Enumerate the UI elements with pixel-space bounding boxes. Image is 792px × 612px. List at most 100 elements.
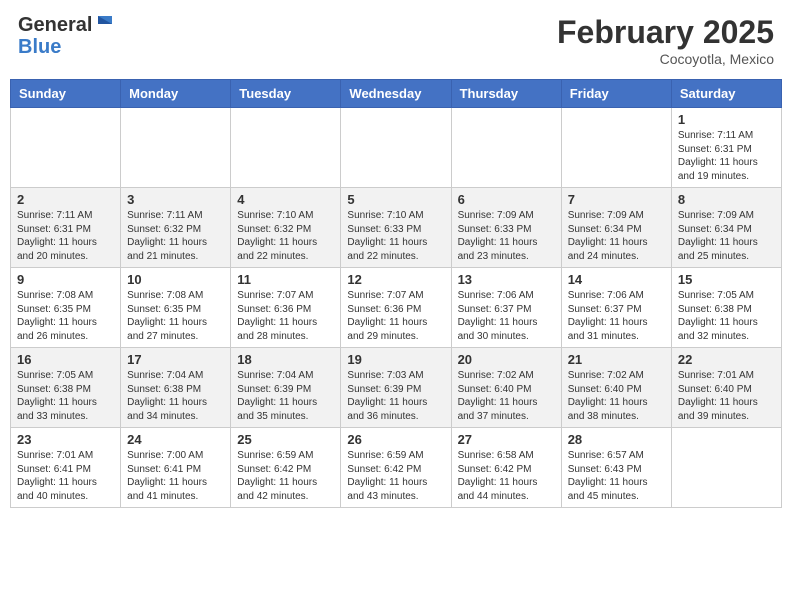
logo-flag-icon [94, 14, 116, 36]
day-number: 12 [347, 272, 444, 287]
calendar-cell: 18 Sunrise: 7:04 AM Sunset: 6:39 PM Dayli… [231, 348, 341, 428]
calendar-cell: 5 Sunrise: 7:10 AM Sunset: 6:33 PM Daylig… [341, 188, 451, 268]
day-info: Sunrise: 7:09 AM Sunset: 6:34 PM Dayligh… [678, 209, 775, 263]
day-info: Sunrise: 7:04 AM Sunset: 6:38 PM Dayligh… [127, 369, 224, 423]
calendar-cell: 8 Sunrise: 7:09 AM Sunset: 6:34 PM Daylig… [671, 188, 781, 268]
calendar-cell: 6 Sunrise: 7:09 AM Sunset: 6:33 PM Daylig… [451, 188, 561, 268]
calendar-cell: 25 Sunrise: 6:59 AM Sunset: 6:42 PM Dayli… [231, 428, 341, 508]
day-number: 19 [347, 352, 444, 367]
day-of-week-header: Saturday [671, 80, 781, 108]
day-number: 18 [237, 352, 334, 367]
calendar-cell: 11 Sunrise: 7:07 AM Sunset: 6:36 PM Dayli… [231, 268, 341, 348]
day-of-week-header: Friday [561, 80, 671, 108]
day-number: 1 [678, 112, 775, 127]
calendar-cell: 21Sunrise: 7:02 AM Sunset: 6:40 PM Dayli… [561, 348, 671, 428]
day-number: 27 [458, 432, 555, 447]
calendar-week-row: 23Sunrise: 7:01 AM Sunset: 6:41 PM Dayli… [11, 428, 782, 508]
calendar-cell: 28Sunrise: 6:57 AM Sunset: 6:43 PM Dayli… [561, 428, 671, 508]
day-of-week-header: Tuesday [231, 80, 341, 108]
calendar-cell: 27 Sunrise: 6:58 AM Sunset: 6:42 PM Dayli… [451, 428, 561, 508]
day-number: 3 [127, 192, 224, 207]
calendar-cell [671, 428, 781, 508]
calendar-cell [11, 108, 121, 188]
calendar-header-row: SundayMondayTuesdayWednesdayThursdayFrid… [11, 80, 782, 108]
calendar-cell: 22 Sunrise: 7:01 AM Sunset: 6:40 PM Dayli… [671, 348, 781, 428]
day-info: Sunrise: 7:07 AM Sunset: 6:36 PM Dayligh… [347, 289, 444, 343]
calendar-cell: 7Sunrise: 7:09 AM Sunset: 6:34 PM Daylig… [561, 188, 671, 268]
day-info: Sunrise: 7:04 AM Sunset: 6:39 PM Dayligh… [237, 369, 334, 423]
day-info: Sunrise: 7:08 AM Sunset: 6:35 PM Dayligh… [17, 289, 114, 343]
calendar-cell: 17 Sunrise: 7:04 AM Sunset: 6:38 PM Dayli… [121, 348, 231, 428]
day-of-week-header: Sunday [11, 80, 121, 108]
logo-general: General [18, 14, 116, 36]
day-number: 16 [17, 352, 114, 367]
day-info: Sunrise: 7:11 AM Sunset: 6:32 PM Dayligh… [127, 209, 224, 263]
day-number: 8 [678, 192, 775, 207]
day-number: 17 [127, 352, 224, 367]
day-info: Sunrise: 7:09 AM Sunset: 6:34 PM Dayligh… [568, 209, 665, 263]
calendar-cell: 19Sunrise: 7:03 AM Sunset: 6:39 PM Dayli… [341, 348, 451, 428]
day-number: 22 [678, 352, 775, 367]
day-info: Sunrise: 7:05 AM Sunset: 6:38 PM Dayligh… [17, 369, 114, 423]
day-number: 10 [127, 272, 224, 287]
calendar-week-row: 9Sunrise: 7:08 AM Sunset: 6:35 PM Daylig… [11, 268, 782, 348]
day-info: Sunrise: 7:06 AM Sunset: 6:37 PM Dayligh… [568, 289, 665, 343]
calendar-cell: 14 Sunrise: 7:06 AM Sunset: 6:37 PM Dayli… [561, 268, 671, 348]
calendar-week-row: 2 Sunrise: 7:11 AM Sunset: 6:31 PM Daylig… [11, 188, 782, 268]
day-info: Sunrise: 7:11 AM Sunset: 6:31 PM Dayligh… [678, 129, 775, 183]
day-info: Sunrise: 7:08 AM Sunset: 6:35 PM Dayligh… [127, 289, 224, 343]
calendar-cell: 4 Sunrise: 7:10 AM Sunset: 6:32 PM Daylig… [231, 188, 341, 268]
day-info: Sunrise: 7:10 AM Sunset: 6:32 PM Dayligh… [237, 209, 334, 263]
day-number: 25 [237, 432, 334, 447]
day-of-week-header: Wednesday [341, 80, 451, 108]
calendar-cell: 23Sunrise: 7:01 AM Sunset: 6:41 PM Dayli… [11, 428, 121, 508]
day-info: Sunrise: 7:10 AM Sunset: 6:33 PM Dayligh… [347, 209, 444, 263]
day-number: 21 [568, 352, 665, 367]
day-number: 11 [237, 272, 334, 287]
logo: General Blue [18, 14, 116, 58]
calendar-cell [451, 108, 561, 188]
day-info: Sunrise: 7:01 AM Sunset: 6:40 PM Dayligh… [678, 369, 775, 423]
calendar-cell: 12 Sunrise: 7:07 AM Sunset: 6:36 PM Dayli… [341, 268, 451, 348]
calendar-cell: 9Sunrise: 7:08 AM Sunset: 6:35 PM Daylig… [11, 268, 121, 348]
page-header: General Blue February 2025 Cocoyotla, Me… [10, 10, 782, 71]
day-number: 20 [458, 352, 555, 367]
day-of-week-header: Thursday [451, 80, 561, 108]
day-number: 15 [678, 272, 775, 287]
calendar-cell [121, 108, 231, 188]
day-number: 5 [347, 192, 444, 207]
day-info: Sunrise: 7:09 AM Sunset: 6:33 PM Dayligh… [458, 209, 555, 263]
day-info: Sunrise: 6:59 AM Sunset: 6:42 PM Dayligh… [237, 449, 334, 503]
calendar-cell [561, 108, 671, 188]
day-number: 4 [237, 192, 334, 207]
calendar-cell [341, 108, 451, 188]
day-number: 2 [17, 192, 114, 207]
calendar-cell: 2 Sunrise: 7:11 AM Sunset: 6:31 PM Daylig… [11, 188, 121, 268]
calendar-cell: 1 Sunrise: 7:11 AM Sunset: 6:31 PM Daylig… [671, 108, 781, 188]
day-info: Sunrise: 7:00 AM Sunset: 6:41 PM Dayligh… [127, 449, 224, 503]
calendar-cell [231, 108, 341, 188]
day-info: Sunrise: 6:58 AM Sunset: 6:42 PM Dayligh… [458, 449, 555, 503]
day-info: Sunrise: 7:11 AM Sunset: 6:31 PM Dayligh… [17, 209, 114, 263]
day-info: Sunrise: 6:59 AM Sunset: 6:42 PM Dayligh… [347, 449, 444, 503]
calendar-table: SundayMondayTuesdayWednesdayThursdayFrid… [10, 79, 782, 508]
day-number: 6 [458, 192, 555, 207]
day-number: 23 [17, 432, 114, 447]
day-info: Sunrise: 7:02 AM Sunset: 6:40 PM Dayligh… [458, 369, 555, 423]
location: Cocoyotla, Mexico [557, 51, 774, 67]
calendar-cell: 15 Sunrise: 7:05 AM Sunset: 6:38 PM Dayli… [671, 268, 781, 348]
calendar-cell: 24Sunrise: 7:00 AM Sunset: 6:41 PM Dayli… [121, 428, 231, 508]
calendar-week-row: 16 Sunrise: 7:05 AM Sunset: 6:38 PM Dayli… [11, 348, 782, 428]
calendar-week-row: 1 Sunrise: 7:11 AM Sunset: 6:31 PM Daylig… [11, 108, 782, 188]
calendar-cell: 3 Sunrise: 7:11 AM Sunset: 6:32 PM Daylig… [121, 188, 231, 268]
calendar-cell: 16 Sunrise: 7:05 AM Sunset: 6:38 PM Dayli… [11, 348, 121, 428]
day-number: 13 [458, 272, 555, 287]
day-of-week-header: Monday [121, 80, 231, 108]
day-info: Sunrise: 7:07 AM Sunset: 6:36 PM Dayligh… [237, 289, 334, 343]
day-info: Sunrise: 7:05 AM Sunset: 6:38 PM Dayligh… [678, 289, 775, 343]
day-info: Sunrise: 7:06 AM Sunset: 6:37 PM Dayligh… [458, 289, 555, 343]
day-number: 26 [347, 432, 444, 447]
day-number: 28 [568, 432, 665, 447]
day-number: 14 [568, 272, 665, 287]
calendar-cell: 13 Sunrise: 7:06 AM Sunset: 6:37 PM Dayli… [451, 268, 561, 348]
